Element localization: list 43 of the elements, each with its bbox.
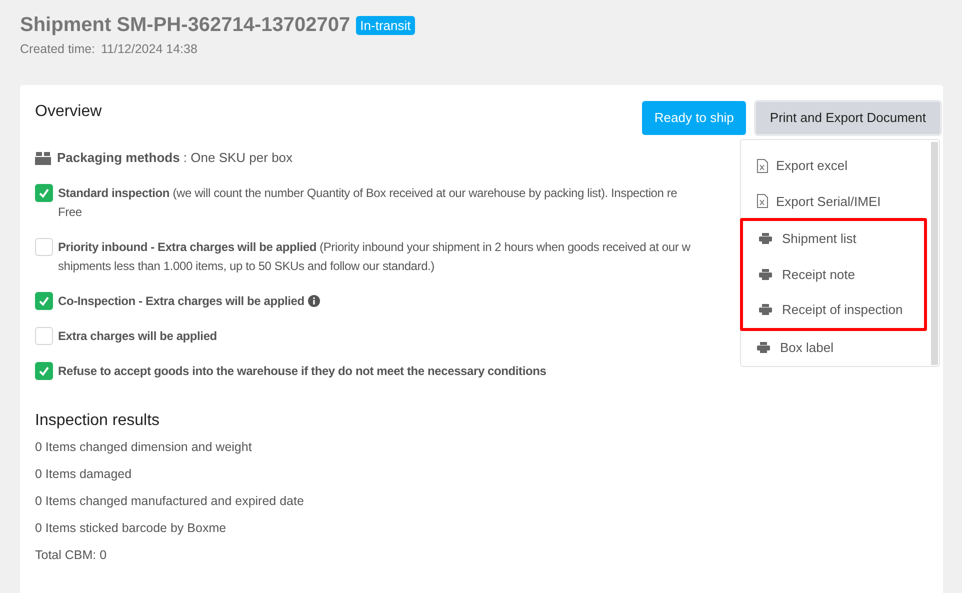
result-line: 0 Items sticked barcode by Boxme	[35, 520, 228, 536]
option-text: Free	[58, 204, 83, 220]
checkbox[interactable]	[35, 292, 53, 310]
section-title: Overview	[35, 102, 102, 122]
created-label: Created time:	[20, 41, 96, 58]
checkmark-icon	[38, 186, 50, 198]
checkbox[interactable]	[35, 326, 53, 344]
printer-icon	[759, 304, 772, 316]
option-text: Co-Inspection - Extra charges will be applied	[58, 292, 304, 310]
scrollbar[interactable]	[931, 142, 938, 365]
result-line: 0 Items changed manufactured and expired date	[35, 492, 305, 508]
printer-icon	[757, 342, 770, 353]
option-text: Priority inbound - Extra charges will be applied (Priority inbound your shipment in 2 hours when goods received at our w	[58, 238, 690, 256]
result-line: 0 Items damaged	[35, 466, 133, 482]
checkmark-icon	[38, 294, 50, 306]
result-line: 0 Items changed dimension and weight	[35, 438, 253, 454]
printer-icon	[759, 268, 772, 280]
checkbox[interactable]	[35, 184, 53, 202]
printer-icon	[759, 233, 772, 244]
section-title: Inspection results	[35, 410, 161, 430]
menu-item[interactable]: Receipt note	[743, 256, 924, 292]
packaging-text: Packaging methods : One SKU per box	[57, 149, 293, 167]
option-text: Refuse to accept goods into the warehouse if they do not meet the necessary conditions	[58, 362, 546, 380]
option-text: shipments less than 1.000 items, up to 50 SKUs and follow our standard.)	[58, 258, 436, 274]
status-badge: In-transit	[356, 16, 415, 34]
menu-item[interactable]: Export excel	[741, 148, 931, 184]
option-text: Standard inspection (we will count the number Quantity of Box received at our warehouse by packing list). Inspection re	[58, 184, 678, 202]
result-line: Total CBM: 0	[35, 546, 108, 562]
excel-file-icon	[757, 158, 768, 173]
menu-item[interactable]: Box label	[741, 330, 931, 365]
checkbox[interactable]	[35, 362, 53, 380]
page-title: Shipment SM-PH-362714-13702707	[20, 13, 350, 37]
menu-item[interactable]: Export Serial/IMEI	[741, 184, 931, 219]
checkbox[interactable]	[35, 238, 53, 256]
box-icon	[35, 150, 51, 165]
excel-file-icon	[757, 194, 768, 208]
checkmark-icon	[38, 364, 50, 376]
info-icon	[308, 295, 320, 307]
menu-item[interactable]: Receipt of inspection	[743, 292, 924, 328]
menu-item[interactable]: Shipment list	[743, 221, 924, 256]
print-export-button[interactable]: Print and Export Document	[754, 100, 942, 136]
option-text: Extra charges will be applied	[58, 328, 217, 344]
created-value: 11/12/2024 14:38	[101, 41, 198, 58]
